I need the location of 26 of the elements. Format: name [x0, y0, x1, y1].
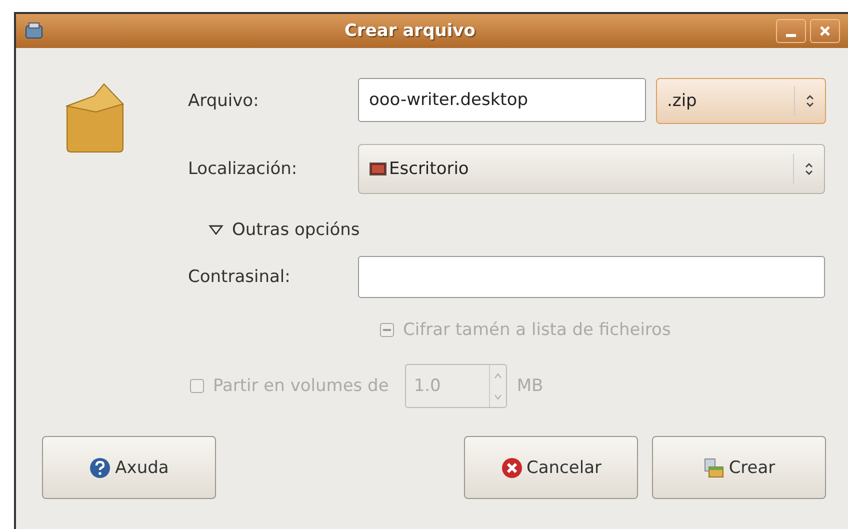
desktop-icon: [369, 162, 387, 176]
triangle-icon: [208, 224, 224, 236]
close-icon: [819, 25, 831, 37]
cancel-icon: [500, 456, 522, 478]
app-icon: [24, 21, 44, 41]
filename-field[interactable]: ooo-writer.desktop: [358, 78, 646, 122]
password-field[interactable]: [358, 256, 825, 298]
help-icon: [89, 456, 112, 478]
create-button[interactable]: Crear: [652, 436, 826, 499]
location-dropdown[interactable]: Escritorio: [358, 144, 825, 194]
options-expander[interactable]: Outras opcións: [208, 220, 360, 240]
up-down-arrows-icon: [804, 162, 814, 176]
field-label: Contrasinal:: [188, 267, 292, 287]
help-button[interactable]: Axuda: [42, 436, 216, 499]
minimize-button[interactable]: [776, 19, 806, 43]
extension-dropdown[interactable]: .zip: [656, 78, 826, 124]
close-button[interactable]: [810, 19, 840, 43]
up-down-arrows-icon: [805, 94, 815, 108]
cancel-button[interactable]: Cancelar: [464, 436, 638, 499]
minimize-icon: [786, 34, 796, 36]
archive-icon: [702, 456, 725, 478]
window-title: Crear arquivo: [344, 21, 476, 41]
field-label: Localización:: [188, 159, 298, 179]
box-icon: [64, 82, 126, 154]
unit-label: MB: [516, 376, 544, 396]
field-label: Arquivo:: [188, 91, 260, 111]
